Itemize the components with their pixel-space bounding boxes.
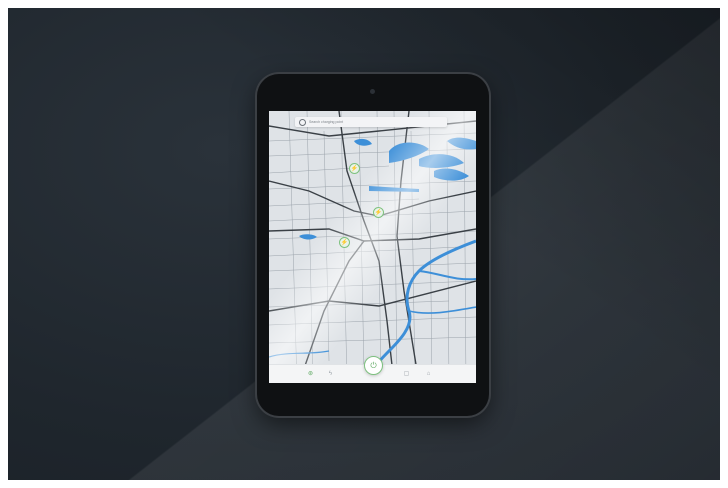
charging-pin-2[interactable]: ⚡: [373, 207, 384, 218]
lightning-icon: ⚡: [340, 239, 349, 246]
lightning-icon[interactable]: ϟ: [327, 371, 334, 378]
center-action-button[interactable]: ⏻: [364, 356, 383, 375]
charging-pin-3[interactable]: ⚡: [339, 237, 350, 248]
map-screen[interactable]: Search charging point ⚡ ⚡ ⚡ ⊛ ϟ ⏻ ▢ ⌂: [269, 111, 476, 383]
camera-icon: [370, 89, 375, 94]
lightning-icon: ⚡: [374, 209, 383, 216]
lightning-icon: ⚡: [350, 165, 359, 172]
profile-icon[interactable]: ⌂: [425, 371, 432, 378]
message-icon[interactable]: ▢: [403, 371, 410, 378]
power-icon: ⏻: [370, 360, 377, 370]
map-icon[interactable]: ⊛: [307, 371, 314, 378]
search-bar[interactable]: Search charging point: [295, 117, 447, 127]
background-scene: Search charging point ⚡ ⚡ ⚡ ⊛ ϟ ⏻ ▢ ⌂: [8, 8, 720, 480]
bottom-navigation: ⊛ ϟ ⏻ ▢ ⌂: [269, 356, 476, 383]
search-input[interactable]: Search charging point: [309, 120, 343, 124]
city-map[interactable]: [269, 111, 476, 383]
search-icon: [299, 118, 306, 126]
charging-pin-1[interactable]: ⚡: [349, 163, 360, 174]
tablet-device: Search charging point ⚡ ⚡ ⚡ ⊛ ϟ ⏻ ▢ ⌂: [257, 74, 489, 416]
